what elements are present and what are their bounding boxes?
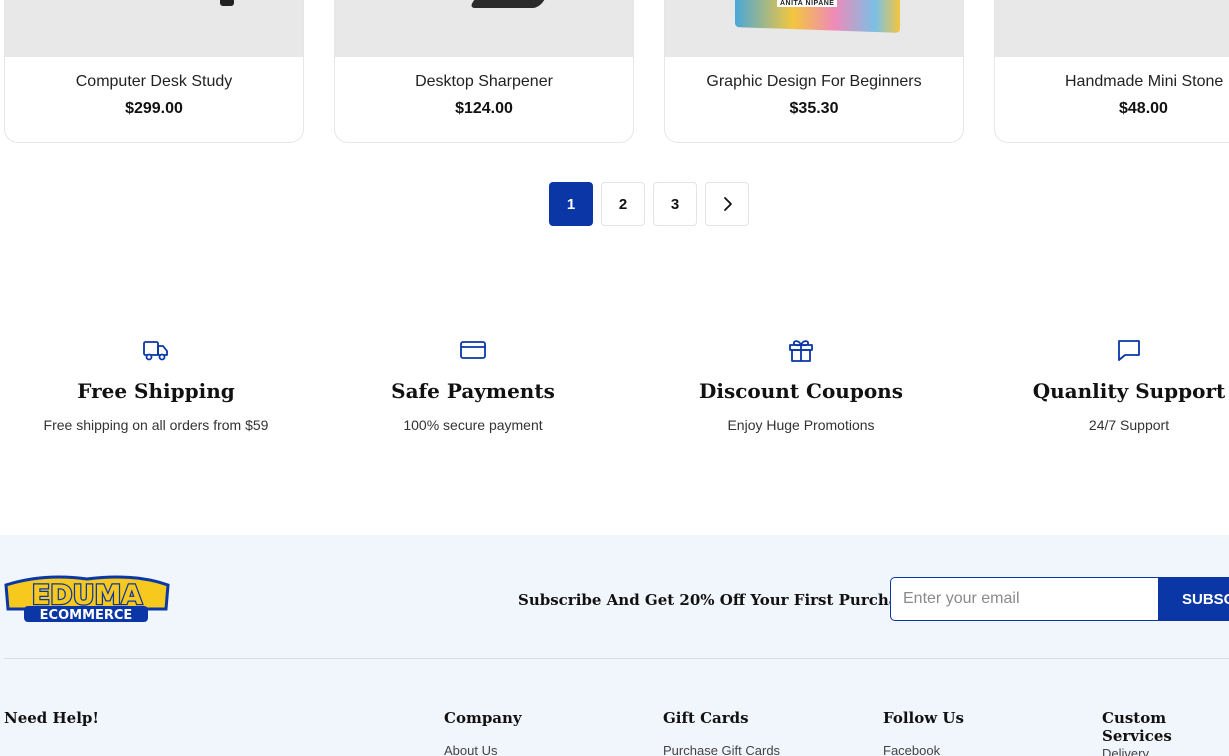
feature-discount-coupons: Discount Coupons Enjoy Huge Promotions — [641, 335, 961, 433]
product-card[interactable]: ANITA NIPANE Graphic Design For Beginner… — [664, 0, 964, 143]
subscribe-button[interactable]: SUBSCRIBE — [1158, 577, 1229, 621]
product-price: $35.30 — [789, 100, 839, 117]
truck-icon — [143, 341, 168, 361]
subscribe-heading: Subscribe And Get 20% Off Your First Pur… — [518, 591, 922, 609]
product-image[interactable] — [5, 0, 303, 57]
product-grid: Computer Desk Study $299.00 Desktop Shar… — [0, 0, 1229, 150]
page-3-button[interactable]: 3 — [653, 182, 697, 226]
product-name[interactable]: Handmade Mini Stone — [1065, 73, 1223, 91]
footer-link[interactable]: Delivery — [1102, 746, 1149, 756]
product-price: $48.00 — [1119, 100, 1168, 117]
product-price: $299.00 — [125, 100, 183, 117]
product-price: $124.00 — [455, 100, 513, 117]
logo-bottom-text: ECOMMERCE — [40, 608, 133, 623]
book-cover-text: ANITA NIPANE — [777, 0, 838, 7]
eduma-ecommerce-logo[interactable]: EDUMA ECOMMERCE — [4, 575, 170, 625]
product-card[interactable]: Desktop Sharpener $124.00 — [334, 0, 634, 143]
feature-quality-support: Quanlity Support 24/7 Support — [969, 335, 1229, 433]
page-2-button[interactable]: 2 — [601, 182, 645, 226]
footer-divider — [4, 658, 1229, 659]
product-image[interactable] — [995, 0, 1229, 57]
features-row: Free Shipping Free shipping on all order… — [0, 335, 1229, 455]
chat-icon — [1118, 340, 1140, 361]
footer-column-title: Custom Services — [1102, 709, 1172, 745]
footer-column-title: Need Help! — [4, 709, 99, 727]
feature-description: Enjoy Huge Promotions — [727, 417, 875, 433]
feature-free-shipping: Free Shipping Free shipping on all order… — [0, 335, 316, 433]
product-name[interactable]: Computer Desk Study — [5, 73, 303, 91]
feature-title: Discount Coupons — [699, 379, 903, 403]
feature-description: 24/7 Support — [1088, 417, 1170, 433]
product-card[interactable]: Handmade Mini Stone $48.00 — [994, 0, 1229, 143]
page-1-button[interactable]: 1 — [549, 182, 593, 226]
feature-title: Quanlity Support — [1032, 379, 1226, 403]
product-image[interactable] — [335, 0, 633, 57]
footer-link[interactable]: Facebook — [883, 743, 940, 756]
footer-column-title: Follow Us — [883, 709, 964, 727]
feature-safe-payments: Safe Payments 100% secure payment — [313, 335, 633, 433]
product-name[interactable]: Graphic Design For Beginners — [665, 73, 963, 91]
feature-description: Free shipping on all orders from $59 — [43, 417, 269, 433]
footer-column-title: Company — [444, 709, 522, 727]
feature-title: Safe Payments — [391, 379, 555, 403]
chevron-right-icon — [724, 197, 732, 211]
next-page-button[interactable] — [705, 182, 749, 226]
email-input[interactable] — [890, 577, 1158, 621]
product-name[interactable]: Desktop Sharpener — [335, 73, 633, 91]
feature-description: 100% secure payment — [403, 417, 543, 433]
credit-card-icon — [460, 341, 486, 359]
gift-icon — [789, 340, 813, 362]
pagination: 1 2 3 — [549, 182, 749, 226]
site-footer: EDUMA ECOMMERCE Subscribe And Get 20% Of… — [0, 535, 1229, 756]
feature-title: Free Shipping — [77, 379, 235, 403]
footer-column-title: Gift Cards — [663, 709, 749, 727]
footer-link[interactable]: Purchase Gift Cards — [663, 743, 780, 756]
footer-link[interactable]: About Us — [444, 743, 497, 756]
product-image[interactable]: ANITA NIPANE — [665, 0, 963, 57]
product-card[interactable]: Computer Desk Study $299.00 — [4, 0, 304, 143]
